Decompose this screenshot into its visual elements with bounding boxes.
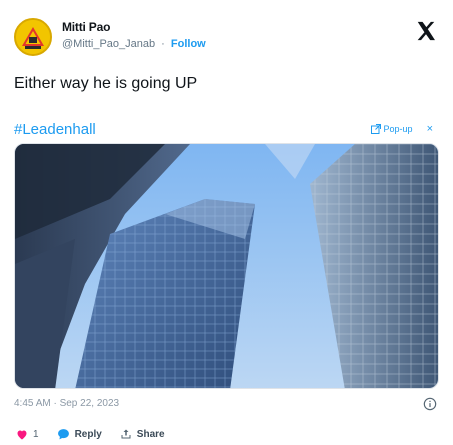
- reply-button[interactable]: Reply: [57, 428, 102, 440]
- display-name[interactable]: Mitti Pao: [62, 20, 206, 34]
- timestamp-row: 4:45 AM · Sep 22, 2023: [14, 397, 439, 412]
- popup-label: Pop-up: [383, 124, 413, 134]
- popup-close-button[interactable]: ×: [427, 123, 433, 135]
- tweet-photo[interactable]: [14, 143, 439, 389]
- tweet-actions: 1 Reply Share: [16, 428, 165, 440]
- author-names: Mitti Pao @Mitti_Pao_Janab · Follow: [62, 20, 206, 50]
- handle-separator: ·: [161, 38, 165, 50]
- like-count: 1: [33, 428, 39, 440]
- tweet-timestamp[interactable]: 4:45 AM · Sep 22, 2023: [14, 398, 119, 409]
- author-handle[interactable]: @Mitti_Pao_Janab: [62, 38, 155, 50]
- hashtag-link[interactable]: #Leadenhall: [14, 121, 96, 138]
- share-button[interactable]: Share: [120, 428, 165, 440]
- popup-controls: Pop-up ×: [370, 123, 433, 135]
- follow-button[interactable]: Follow: [171, 38, 206, 50]
- like-button[interactable]: 1: [16, 429, 39, 440]
- reply-bubble-icon: [57, 429, 69, 440]
- info-icon[interactable]: [423, 397, 437, 411]
- handle-row: @Mitti_Pao_Janab · Follow: [62, 38, 206, 50]
- share-label: Share: [136, 428, 165, 440]
- x-logo-icon[interactable]: [415, 20, 437, 42]
- heart-icon: [17, 430, 27, 439]
- avatar-logo-icon: [16, 20, 50, 54]
- share-icon: [121, 429, 131, 439]
- tweet-header: Mitti Pao @Mitti_Pao_Janab · Follow: [14, 14, 439, 58]
- tweet-embed-card: Mitti Pao @Mitti_Pao_Janab · Follow Eith…: [0, 0, 453, 445]
- avatar[interactable]: [14, 18, 52, 56]
- tweet-text: Either way he is going UP: [14, 75, 198, 92]
- popup-button[interactable]: Pop-up: [370, 124, 413, 134]
- popup-icon: [370, 124, 381, 134]
- reply-label: Reply: [74, 428, 102, 440]
- skyscraper-photo: [15, 144, 438, 388]
